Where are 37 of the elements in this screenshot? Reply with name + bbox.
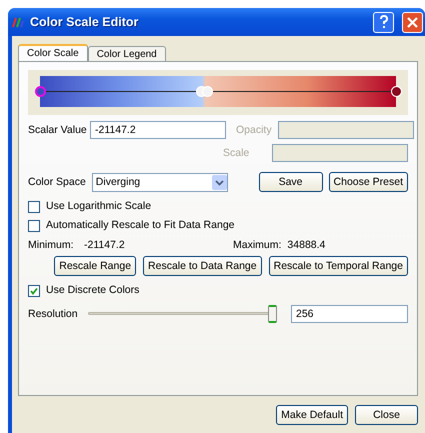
tab[interactable]: Color Legend bbox=[88, 46, 166, 61]
checkbox-label: Use Logarithmic Scale bbox=[46, 200, 152, 213]
color-space-dropdown[interactable]: Diverging bbox=[92, 172, 228, 192]
checkbox[interactable] bbox=[28, 220, 40, 232]
window-title: Color Scale Editor bbox=[30, 15, 140, 29]
rescale-button[interactable]: Rescale to Temporal Range bbox=[268, 256, 408, 276]
checkbox-label: Use Discrete Colors bbox=[46, 284, 140, 297]
help-icon bbox=[378, 15, 388, 29]
rescale-button[interactable]: Rescale to Data Range bbox=[143, 256, 262, 276]
rescale-button[interactable]: Rescale Range bbox=[54, 256, 136, 276]
resolution-label: Resolution bbox=[28, 308, 78, 320]
close-icon bbox=[407, 16, 418, 28]
field-label: Scalar Value bbox=[28, 124, 84, 136]
minimum-label: Minimum: bbox=[28, 239, 75, 252]
save-button[interactable]: Save bbox=[258, 172, 323, 192]
footer-button[interactable]: Make Default bbox=[276, 405, 348, 425]
checkbox-label: Automatically Rescale to Fit Data Range bbox=[46, 219, 235, 232]
check-icon bbox=[30, 286, 38, 294]
slider-thumb[interactable] bbox=[268, 305, 277, 323]
footer-button[interactable]: Close bbox=[355, 405, 418, 425]
checkbox[interactable] bbox=[28, 284, 40, 296]
field-label: Scale bbox=[223, 146, 250, 160]
scalar-value-field[interactable]: -21147.2 bbox=[90, 121, 226, 139]
field-label: Opacity bbox=[236, 124, 272, 136]
app-logo-icon bbox=[12, 16, 24, 28]
close-button[interactable] bbox=[402, 12, 423, 32]
tab[interactable]: Color Scale bbox=[18, 44, 88, 61]
help-button[interactable] bbox=[373, 12, 394, 32]
maximum-value: 34888.4 bbox=[287, 239, 326, 252]
checkbox[interactable] bbox=[28, 200, 40, 212]
resolution-slider[interactable] bbox=[88, 305, 277, 323]
field-label: Color Space bbox=[28, 176, 86, 188]
control-point[interactable] bbox=[35, 86, 46, 97]
choose-preset-button[interactable]: Choose Preset bbox=[328, 172, 408, 192]
minimum-value: -21147.2 bbox=[84, 239, 126, 252]
resolution-field[interactable]: 256 bbox=[291, 305, 408, 323]
maximum-label: Maximum: bbox=[233, 239, 282, 252]
